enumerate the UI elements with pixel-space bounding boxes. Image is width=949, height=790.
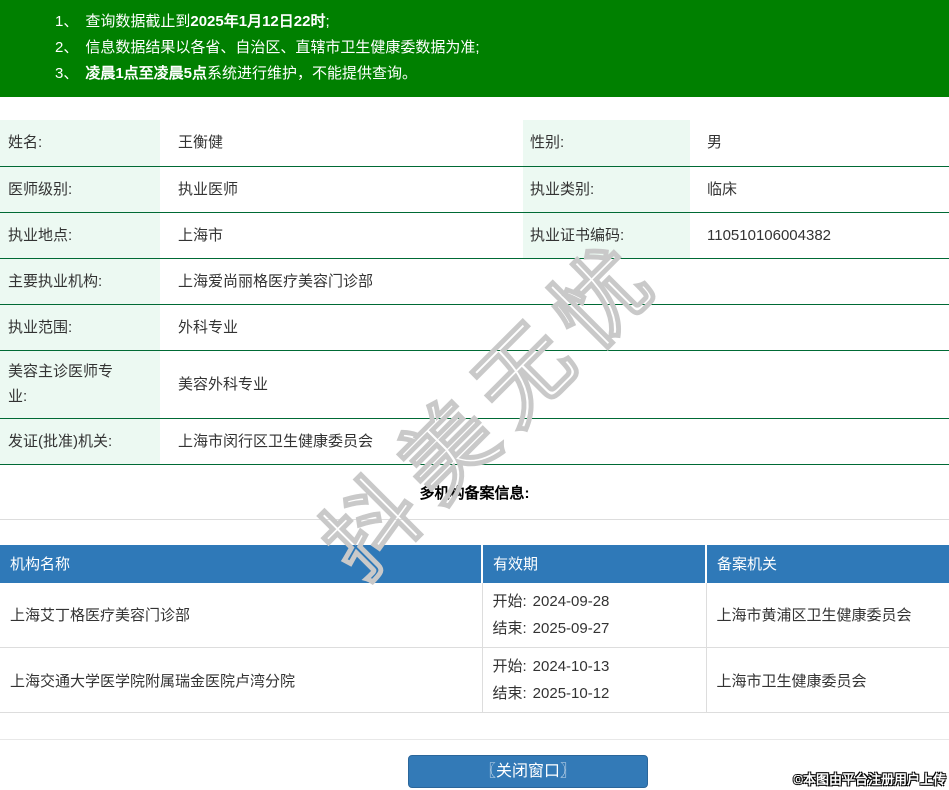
field-label-gender: 性别: [523,120,690,167]
field-label-authority: 发证(批准)机关: [0,418,160,465]
table-row: 发证(批准)机关: 上海市闵行区卫生健康委员会 [0,418,949,465]
filing-validity: 开始: 2024-09-28 结束: 2025-09-27 [481,582,706,648]
start-date: 2024-09-28 [532,592,610,610]
field-value-gender: 男 [690,120,949,167]
field-value-org: 上海爱尚丽格医疗美容门诊部 [160,258,949,305]
doctor-info-table: 姓名: 王衡健 性别: 男 医师级别: 执业医师 执业类别: 临床 执业地点: … [0,120,949,465]
table-row: 美容主诊医师专业: 美容外科专业 [0,350,949,419]
notice-text: ; [325,13,330,30]
field-label-scope: 执业范围: [0,304,160,351]
filing-org: 上海交通大学医学院附属瑞金医院卢湾分院 [0,647,482,713]
filing-section-title: 多机构备案信息: [0,465,949,520]
notice-number: 2、 [55,39,79,56]
start-label: 开始: [492,592,527,610]
end-label: 结束: [492,619,527,637]
column-header-validity: 有效期 [481,544,706,583]
notice-text-bold: 2025年1月12日22时 [190,13,326,30]
end-label: 结束: [492,685,527,702]
table-row: 医师级别: 执业医师 执业类别: 临床 [0,166,949,213]
notice-number: 1、 [55,13,79,30]
close-window-button[interactable]: 〖关闭窗口〗 [408,755,648,788]
filing-header-row: 机构名称 有效期 备案机关 [0,544,949,583]
field-value-scope: 外科专业 [160,304,949,351]
bottom-divider [0,739,949,740]
field-value-category: 临床 [690,166,949,213]
notice-text-bold: 凌晨1点至凌晨5点 [85,65,208,82]
filing-org: 上海艾丁格医疗美容门诊部 [0,582,482,648]
field-value-authority: 上海市闵行区卫生健康委员会 [160,418,949,465]
notice-line-2: 2、 信息数据结果以各省、自治区、直辖市卫生健康委数据为准; [55,35,939,61]
field-label-specialty: 美容主诊医师专业: [0,350,160,419]
notice-line-3: 3、 凌晨1点至凌晨5点系统进行维护，不能提供查询。 [55,61,939,87]
field-label-cert: 执业证书编码: [523,212,690,259]
table-row: 上海交通大学医学院附属瑞金医院卢湾分院 开始: 2024-10-13 结束: 202… [0,647,949,713]
field-value-cert: 110510106004382 [690,212,949,259]
end-date: 2025-10-12 [532,685,610,702]
table-row: 执业范围: 外科专业 [0,304,949,351]
filing-authority: 上海市黄浦区卫生健康委员会 [705,582,949,648]
field-label-category: 执业类别: [523,166,690,213]
start-label: 开始: [492,658,527,675]
validity-start: 开始: 2024-09-28 [493,588,706,615]
filing-validity: 开始: 2024-10-13 结束: 2025-10-12 [481,647,706,713]
field-value-name: 王衡健 [160,120,523,167]
notice-banner: 1、 查询数据截止到2025年1月12日22时; 2、 信息数据结果以各省、自治区、… [0,0,949,97]
table-row: 上海艾丁格医疗美容门诊部 开始: 2024-09-28 结束: 2025-09-27… [0,582,949,648]
field-label-name: 姓名: [0,120,160,167]
validity-start: 开始: 2024-10-13 [493,653,706,680]
column-header-org: 机构名称 [0,544,482,583]
filing-authority: 上海市卫生健康委员会 [705,647,949,713]
field-label-location: 执业地点: [0,212,160,259]
end-date: 2025-09-27 [532,619,610,637]
notice-number: 3、 [55,65,79,82]
notice-text: 信息数据结果以各省、自治区、直辖市卫生健康委数据为准; [85,39,480,56]
field-value-location: 上海市 [160,212,523,259]
filing-table: 机构名称 有效期 备案机关 上海艾丁格医疗美容门诊部 开始: 2024-09-28… [0,544,949,713]
attribution-stamp: ©本图由平台注册用户上传 [793,772,946,787]
table-row: 执业地点: 上海市 执业证书编码: 110510106004382 [0,212,949,259]
field-label-level: 医师级别: [0,166,160,213]
field-value-level: 执业医师 [160,166,523,213]
notice-line-1: 1、 查询数据截止到2025年1月12日22时; [55,9,939,35]
validity-end: 结束: 2025-10-12 [493,680,706,707]
column-header-authority: 备案机关 [705,544,949,583]
notice-text: 系统进行维护，不能提供查询。 [207,65,418,82]
field-value-specialty: 美容外科专业 [160,350,949,419]
start-date: 2024-10-13 [532,658,610,675]
notice-text: 查询数据截止到 [85,13,191,30]
validity-end: 结束: 2025-09-27 [493,615,706,642]
table-row: 姓名: 王衡健 性别: 男 [0,120,949,167]
table-row: 主要执业机构: 上海爱尚丽格医疗美容门诊部 [0,258,949,305]
field-label-org: 主要执业机构: [0,258,160,305]
